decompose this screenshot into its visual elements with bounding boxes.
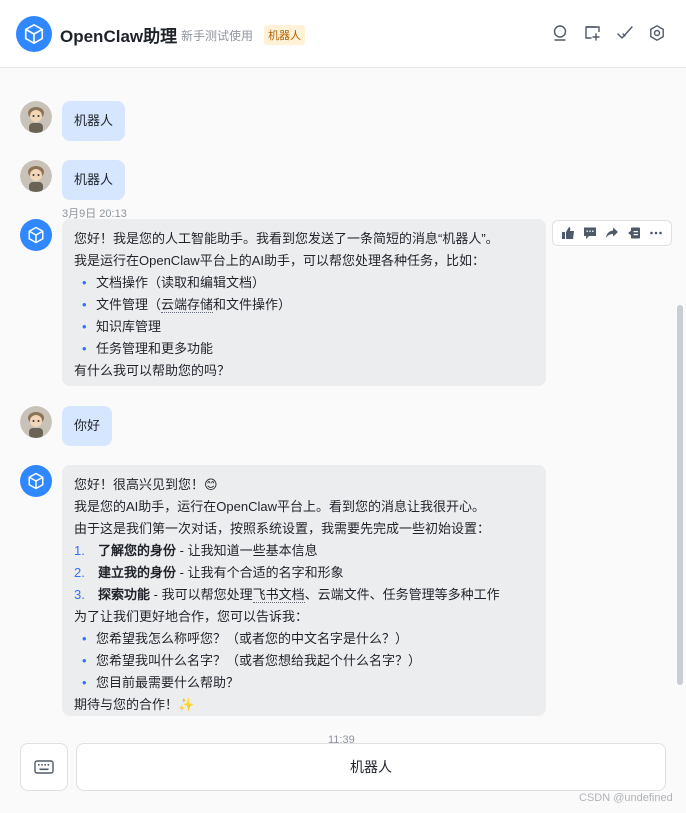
watermark: CSDN @undefined <box>579 792 673 804</box>
settings-icon[interactable] <box>648 24 666 42</box>
user-avatar[interactable] <box>20 101 52 133</box>
message-list[interactable]: 机器人 机器人 3月9日 20:13 您好！我是您的人工智能助手。我看到您发送了… <box>0 69 686 731</box>
search-icon[interactable] <box>552 24 570 42</box>
user-avatar[interactable] <box>20 406 52 438</box>
bot-message-bubble: 您好！我是您的人工智能助手。我看到您发送了一条简短的消息“机器人”。 我是运行在… <box>62 219 546 386</box>
chat-subtitle: 新手测试使用 <box>181 29 254 43</box>
list-item: 您目前最需要什么帮助？ <box>74 672 534 694</box>
more-icon[interactable] <box>647 224 665 242</box>
chat-header: OpenClaw助理 新手测试使用 机器人 <box>0 0 686 68</box>
list-item: 任务管理和更多功能 <box>74 338 534 360</box>
cloud-storage-link[interactable]: 云端存储 <box>161 297 214 313</box>
scrollbar[interactable] <box>677 305 683 685</box>
check-icon[interactable] <box>616 24 634 42</box>
message-text: 您好！很高兴见到您！😊 <box>74 477 218 492</box>
message-text: 由于这是我们第一次对话，按照系统设置，我需要先完成一些初始设置： <box>74 521 491 536</box>
keyboard-icon <box>34 760 54 774</box>
message-action-bar <box>552 220 672 246</box>
quote-reply-icon[interactable] <box>625 224 643 242</box>
list-item: 您希望我怎么称呼您？（或者您的中文名字是什么？） <box>74 628 534 650</box>
bot-avatar-icon[interactable] <box>20 465 52 497</box>
ordered-list-item: 1. 了解您的身份 - 让我知道一些基本信息 <box>74 543 318 558</box>
add-chat-icon[interactable] <box>584 24 602 42</box>
user-avatar[interactable] <box>20 160 52 192</box>
chat-title: OpenClaw助理 <box>60 27 178 46</box>
message-text: 有什么我可以帮助您的吗？ <box>74 363 231 378</box>
bot-logo-icon <box>16 16 52 52</box>
message-text: 我是您的AI助手，运行在OpenClaw平台上。看到您的消息让我很开心。 <box>74 499 485 514</box>
bot-badge: 机器人 <box>264 25 305 45</box>
message-text: 期待与您的合作！✨ <box>74 697 195 712</box>
list-item: 您希望我叫什么名字？（或者您想给我起个什么名字？） <box>74 650 534 672</box>
message-input[interactable]: 机器人 <box>76 743 666 791</box>
feishu-docs-link[interactable]: 飞书文档 <box>252 587 305 603</box>
ordered-list-item: 2. 建立我的身份 - 让我有个合适的名字和形象 <box>74 565 344 580</box>
user-message-bubble: 你好 <box>62 406 113 446</box>
ordered-list-item: 3. 探索功能 - 我可以帮您处理飞书文档、云端文件、任务管理等多种工作 <box>74 587 500 603</box>
message-text: 您好！我是您的人工智能助手。我看到您发送了一条简短的消息“机器人”。 <box>74 231 499 246</box>
thumbs-up-icon[interactable] <box>559 224 577 242</box>
list-item: 文件管理（云端存储和文件操作） <box>74 294 534 316</box>
user-message-bubble: 机器人 <box>62 160 126 200</box>
message-text: 我是运行在OpenClaw平台上的AI助手，可以帮您处理各种任务，比如： <box>74 253 485 268</box>
list-item: 知识库管理 <box>74 316 534 338</box>
forward-icon[interactable] <box>603 224 621 242</box>
bot-message-bubble: 您好！很高兴见到您！😊 我是您的AI助手，运行在OpenClaw平台上。看到您的… <box>62 465 546 716</box>
list-item: 文档操作（读取和编辑文档） <box>74 272 534 294</box>
user-message-bubble: 机器人 <box>62 101 126 141</box>
keyboard-toggle-button[interactable] <box>20 743 68 791</box>
comment-icon[interactable] <box>581 224 599 242</box>
bot-avatar-icon[interactable] <box>20 219 52 251</box>
message-text: 为了让我们更好地合作，您可以告诉我： <box>74 609 309 624</box>
